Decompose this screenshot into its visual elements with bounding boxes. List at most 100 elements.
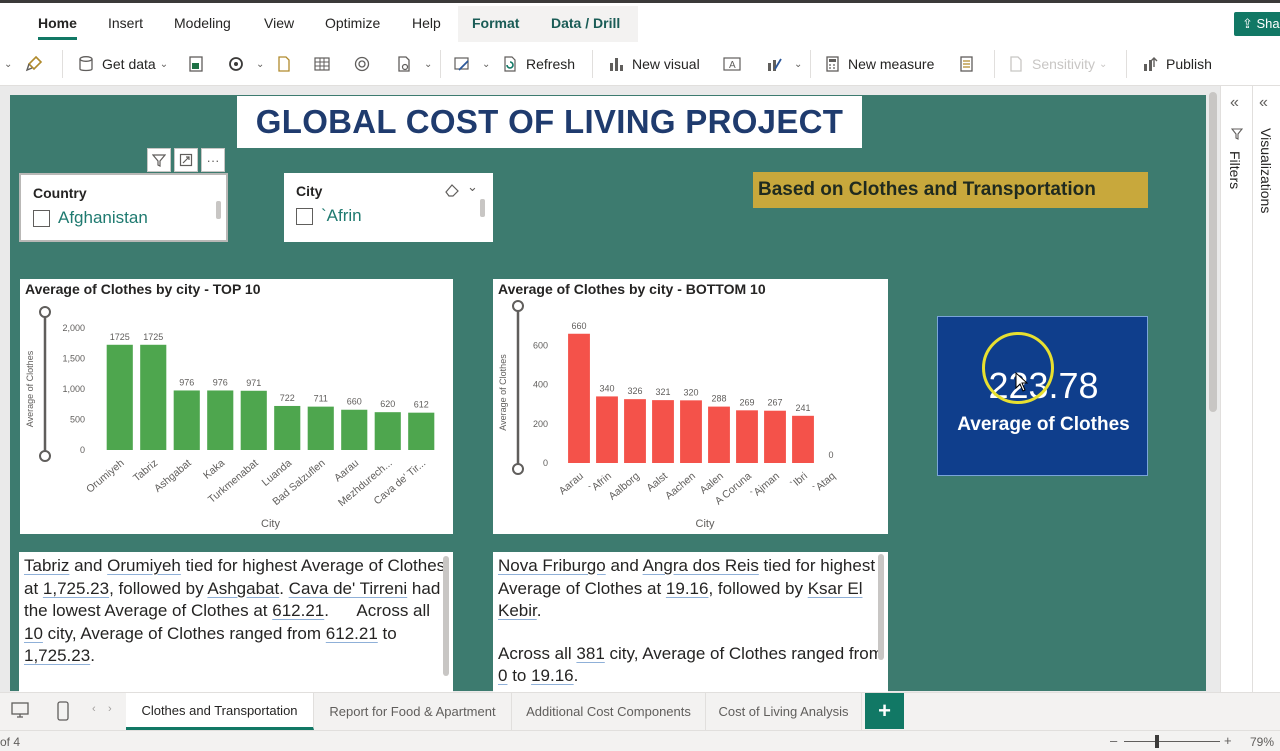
collapse-chevron-icon[interactable]: ⌄ xyxy=(0,52,12,76)
page-tab[interactable]: Additional Cost Components xyxy=(512,693,706,730)
chart-bar xyxy=(408,412,435,450)
data-label: 976 xyxy=(213,377,228,387)
collapse-left-icon[interactable]: « xyxy=(1259,94,1268,112)
get-data-button[interactable]: Get data ⌄ xyxy=(76,52,168,76)
narrative-value: 612.21 xyxy=(272,601,325,620)
chart-bar xyxy=(764,410,786,463)
bottom10-chart-card[interactable]: Average of Clothes by city - BOTTOM 10 A… xyxy=(493,279,888,534)
quick-measure-button[interactable] xyxy=(956,52,982,76)
visualizations-pane[interactable]: « Visualizations xyxy=(1252,86,1280,692)
page-tab[interactable]: Report for Food & Apartment xyxy=(314,693,512,730)
x-axis-title: City xyxy=(696,518,715,530)
narrative-text: to xyxy=(377,623,397,643)
share-button[interactable]: ⇪ Sha xyxy=(1234,12,1280,36)
narrative-value: 10 xyxy=(24,623,43,643)
focus-mode-icon[interactable] xyxy=(174,148,198,172)
chart-bar xyxy=(240,390,267,450)
canvas-scrollbar[interactable] xyxy=(1209,92,1217,412)
tab-insert[interactable]: Insert xyxy=(108,15,143,31)
data-label: 971 xyxy=(246,378,261,388)
data-label: 241 xyxy=(795,403,810,413)
chart-bar xyxy=(307,406,334,450)
narrative-scrollbar[interactable] xyxy=(443,556,449,676)
report-title-box[interactable]: GLOBAL COST OF LIVING PROJECT xyxy=(237,96,862,148)
more-options-icon[interactable]: ··· xyxy=(201,148,225,172)
shield-icon xyxy=(1006,54,1026,74)
refresh-button[interactable]: Refresh xyxy=(500,52,575,76)
city-slicer[interactable]: City ⌄ `Afrin xyxy=(284,173,493,242)
city-option[interactable]: `Afrin xyxy=(296,206,362,226)
tab-view[interactable]: View xyxy=(264,15,294,31)
page-tab[interactable]: Clothes and Transportation xyxy=(126,693,314,730)
narrative-value: Angra dos Reis xyxy=(642,556,759,575)
top10-bar-chart[interactable]: Average of Clothes 0 500 1,000 1,500 2,000 172… xyxy=(20,279,453,534)
data-label: 267 xyxy=(767,398,782,408)
page-tab[interactable]: Cost of Living Analysis xyxy=(706,693,862,730)
chart-bar xyxy=(680,400,702,463)
country-option[interactable]: Afghanistan xyxy=(33,208,148,228)
narrative-text: Across all xyxy=(498,643,577,663)
filter-icon[interactable] xyxy=(147,148,171,172)
menu-bar: Home Insert Modeling View Optimize Help … xyxy=(0,0,1280,42)
zoom-in-icon[interactable]: + xyxy=(1224,733,1232,748)
mobile-view-icon[interactable] xyxy=(56,701,70,726)
tab-help[interactable]: Help xyxy=(412,15,441,31)
smart-narrative-right[interactable]: Nova Friburgo and Angra dos Reis tied fo… xyxy=(493,552,888,692)
settings-document-icon xyxy=(394,54,414,74)
recent-sources-button[interactable] xyxy=(274,52,300,76)
zoom-slider-thumb[interactable] xyxy=(1155,735,1159,748)
add-page-button[interactable]: + xyxy=(865,693,904,729)
slicer-scrollbar[interactable] xyxy=(480,199,485,217)
chart-bar xyxy=(708,406,730,463)
more-visuals-button[interactable]: ⌄ xyxy=(764,52,802,76)
slicer-scrollbar[interactable] xyxy=(216,201,221,219)
enter-data-button[interactable] xyxy=(312,52,338,76)
x-tick-label: Tabriz xyxy=(131,457,160,484)
checkbox[interactable] xyxy=(33,209,50,227)
smart-narrative-left[interactable]: Tabriz and Orumiyeh tied for highest Ave… xyxy=(19,552,453,692)
data-source-settings-button[interactable]: ⌄ xyxy=(394,52,432,76)
tab-data-drill[interactable]: Data / Drill xyxy=(551,15,620,31)
narrative-text: and xyxy=(69,556,108,575)
publish-button[interactable]: Publish xyxy=(1140,52,1212,76)
data-label: 620 xyxy=(380,399,395,409)
next-page-icon[interactable]: › xyxy=(108,703,112,715)
chevron-down-icon[interactable]: ⌄ xyxy=(467,179,478,195)
sensitivity-button[interactable]: Sensitivity ⌄ xyxy=(1006,52,1107,76)
narrative-scrollbar[interactable] xyxy=(878,554,884,660)
data-label: 0 xyxy=(828,450,833,460)
checkbox[interactable] xyxy=(296,207,313,225)
excel-icon xyxy=(186,54,206,74)
edit-queries-button[interactable]: ⌄ xyxy=(452,52,490,76)
collapse-left-icon[interactable]: « xyxy=(1230,94,1239,112)
new-visual-button[interactable]: New visual xyxy=(606,52,700,76)
kpi-card[interactable]: 223.78 Average of Clothes xyxy=(937,316,1148,476)
dataverse-button[interactable]: ⌄ xyxy=(226,52,264,76)
narrative-paragraph: Nova Friburgo and Angra dos Reis tied fo… xyxy=(498,555,883,623)
transform-data-button[interactable] xyxy=(352,52,378,76)
status-bar: of 4 – + 79% xyxy=(0,730,1280,751)
eraser-icon[interactable] xyxy=(444,182,460,203)
chart-bar xyxy=(374,412,401,450)
new-measure-button[interactable]: New measure xyxy=(822,52,934,76)
zoom-out-icon[interactable]: – xyxy=(1110,733,1117,748)
narrative-value: 19.16 xyxy=(665,578,709,598)
top10-chart-card[interactable]: Average of Clothes by city - TOP 10 Aver… xyxy=(20,279,453,534)
x-tick-label: Aalborg xyxy=(606,470,642,503)
desktop-view-icon[interactable] xyxy=(10,701,30,724)
tab-format[interactable]: Format xyxy=(472,15,519,31)
tab-optimize[interactable]: Optimize xyxy=(325,15,380,31)
prev-page-icon[interactable]: ‹ xyxy=(92,703,96,715)
excel-button[interactable] xyxy=(186,52,212,76)
format-painter-button[interactable] xyxy=(24,52,50,76)
tab-home[interactable]: Home xyxy=(38,15,77,40)
report-subtitle-box[interactable]: Based on Clothes and Transportation xyxy=(753,172,1148,208)
transform-icon xyxy=(352,54,372,74)
text-box-button[interactable]: A xyxy=(722,52,748,76)
tab-modeling[interactable]: Modeling xyxy=(174,15,231,31)
bottom10-bar-chart[interactable]: Average of Clothes 0 200 400 600 660 Aarau 340 `… xyxy=(493,279,888,534)
country-slicer[interactable]: Country Afghanistan xyxy=(19,173,228,242)
bar-chart-icon xyxy=(606,54,626,74)
zoom-slider-track[interactable] xyxy=(1124,741,1220,742)
filters-pane[interactable]: « Filters xyxy=(1220,86,1252,692)
